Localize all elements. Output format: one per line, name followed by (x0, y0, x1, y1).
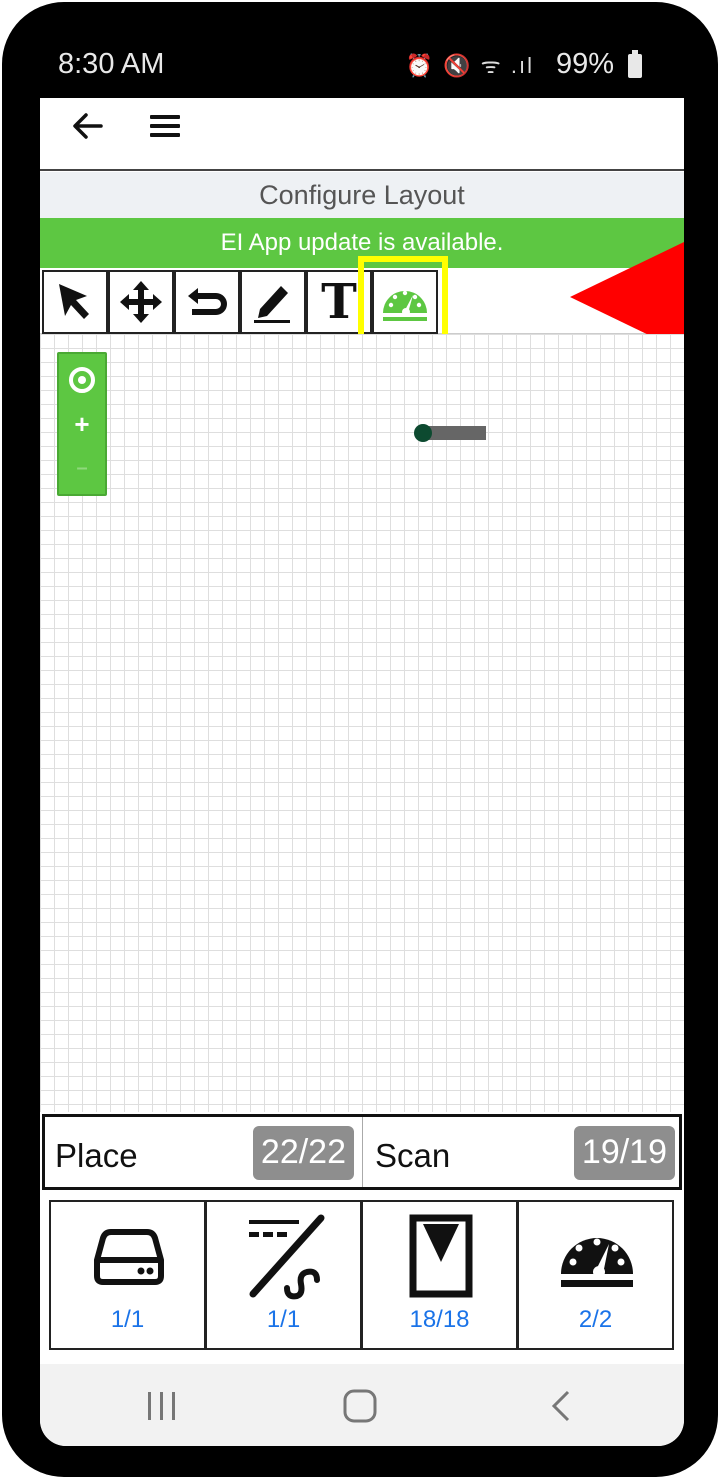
cursor-arrow-icon (59, 284, 89, 319)
recent-apps-button[interactable] (142, 1386, 182, 1426)
move-cross-icon (120, 281, 162, 323)
device-count: 2/2 (578, 1306, 613, 1333)
place-counter[interactable]: Place 22/22 (45, 1117, 363, 1187)
hard-drive-icon (94, 1229, 164, 1285)
status-icons: ⏰ 🔇 ᯤ .ıl (405, 53, 534, 78)
hamburger-menu-icon (150, 115, 180, 119)
window-sensor-icon (409, 1214, 473, 1298)
home-button[interactable] (340, 1386, 380, 1426)
status-time: 8:30 AM (58, 48, 165, 80)
selected-tool-highlight (358, 256, 448, 346)
drawing-toolbar: T (40, 242, 684, 352)
device-count: 1/1 (266, 1306, 301, 1333)
progress-counters: Place 22/22 Scan 19/19 (42, 1114, 682, 1190)
hamburger-line (150, 133, 180, 137)
app-header (40, 98, 684, 171)
undo-icon (188, 288, 227, 315)
draw-tool-button[interactable] (240, 270, 306, 334)
wire-cut-icon (249, 1214, 325, 1300)
phone-frame: 8:30 AM ⏰ 🔇 ᯤ .ıl 99% Configure Layout E… (2, 2, 718, 1477)
device-tile-window-sensor[interactable]: 18/18 (361, 1200, 518, 1350)
target-icon (69, 367, 95, 393)
place-count-badge: 22/22 (252, 1126, 354, 1180)
text-tool-label: T (321, 274, 357, 330)
device-tile-wire[interactable]: 1/1 (205, 1200, 362, 1350)
zoom-out-button[interactable]: – (59, 446, 105, 490)
app-screen: Configure Layout EI App update is availa… (40, 98, 684, 1446)
battery-icon (628, 50, 642, 78)
scan-counter[interactable]: Scan 19/19 (365, 1117, 683, 1187)
back-button[interactable] (70, 108, 106, 144)
device-type-row: 1/1 1/1 18/18 2/2 (49, 1200, 675, 1350)
undo-tool-button[interactable] (174, 270, 240, 334)
page-title: Configure Layout (40, 172, 684, 218)
scan-count-badge: 19/19 (573, 1126, 675, 1180)
status-bar: 8:30 AM ⏰ 🔇 ᯤ .ıl 99% (40, 42, 684, 92)
select-tool-button[interactable] (42, 270, 108, 334)
move-tool-button[interactable] (108, 270, 174, 334)
hamburger-line (150, 124, 180, 128)
device-tile-hub[interactable]: 1/1 (49, 1200, 206, 1350)
placed-device-marker[interactable] (414, 424, 486, 442)
system-nav-bar (40, 1364, 684, 1446)
recent-apps-icon (148, 1392, 175, 1420)
scan-label: Scan (375, 1137, 451, 1174)
layout-canvas[interactable]: + – (40, 334, 684, 1112)
recenter-button[interactable] (59, 358, 105, 402)
arrow-left-icon (73, 113, 103, 139)
device-count: 1/1 (110, 1306, 145, 1333)
device-count: 18/18 (409, 1306, 470, 1333)
system-back-button[interactable] (542, 1386, 582, 1426)
zoom-in-button[interactable]: + (59, 402, 105, 446)
marker-knob[interactable] (414, 424, 432, 442)
device-tile-gauge[interactable]: 2/2 (517, 1200, 674, 1350)
pencil-icon (254, 286, 290, 323)
menu-button[interactable] (150, 110, 182, 140)
battery-percent: 99% (555, 48, 614, 80)
gauge-icon (561, 1238, 633, 1287)
place-label: Place (55, 1137, 138, 1174)
home-icon (343, 1389, 377, 1423)
zoom-control: + – (57, 352, 107, 496)
chevron-left-icon (551, 1390, 570, 1422)
